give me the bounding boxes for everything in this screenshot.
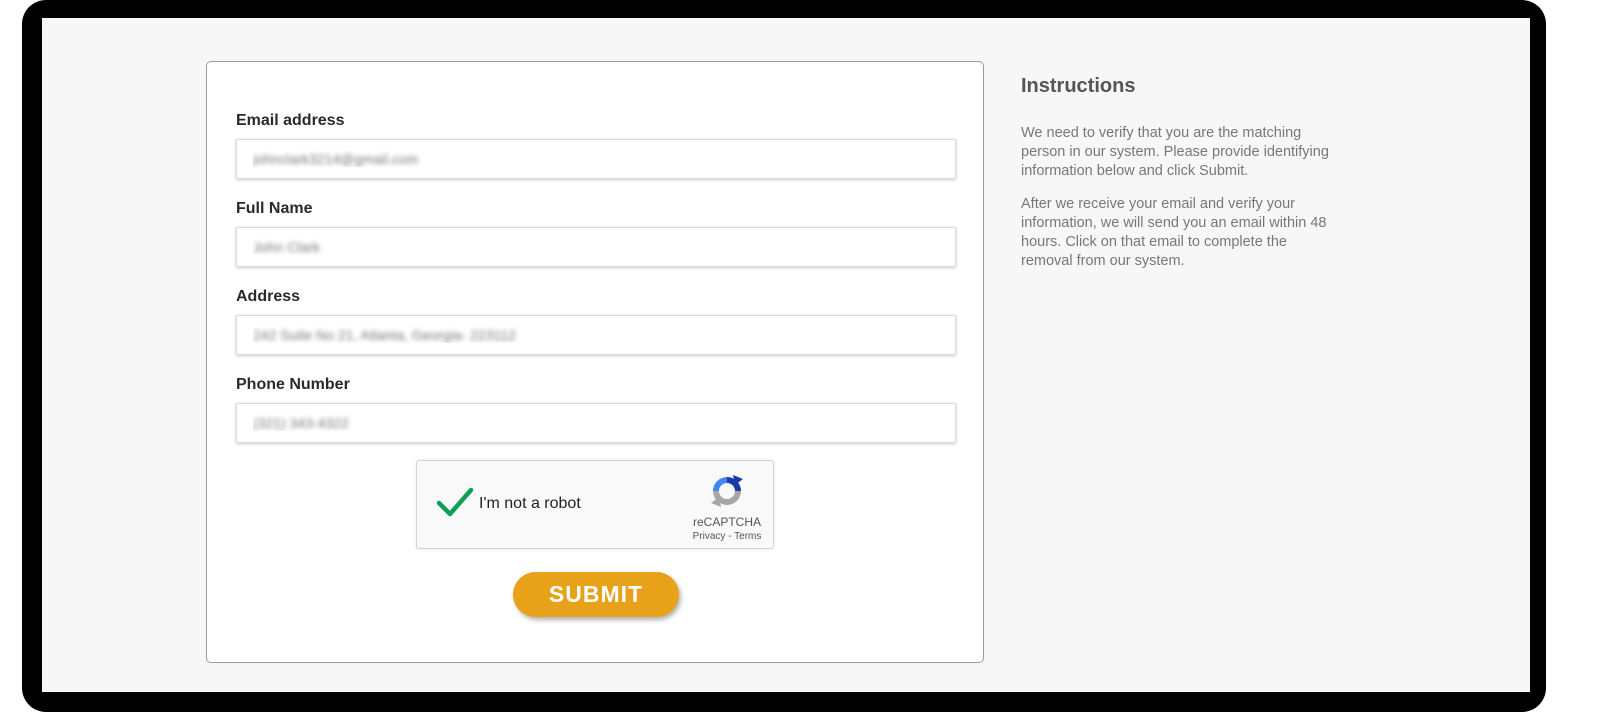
link-separator: -	[725, 531, 735, 542]
instructions-panel: Instructions We need to verify that you …	[1021, 75, 1341, 285]
recaptcha-logo-icon	[711, 475, 743, 507]
submit-button[interactable]: SUBMIT	[513, 572, 679, 617]
phone-field[interactable]	[236, 403, 956, 443]
full-name-label: Full Name	[236, 200, 313, 217]
address-label: Address	[236, 288, 301, 305]
recaptcha-links: Privacy - Terms	[685, 531, 769, 542]
phone-label: Phone Number	[236, 376, 350, 393]
instructions-title: Instructions	[1021, 75, 1136, 97]
full-name-field[interactable]	[236, 227, 956, 267]
instructions-paragraph: After we receive your email and verify y…	[1021, 196, 1327, 269]
recaptcha-widget: I'm not a robot reCAPTCHA Privacy - Term…	[416, 460, 774, 549]
email-label: Email address	[236, 112, 345, 129]
terms-link[interactable]: Terms	[734, 531, 761, 542]
verification-form: Email address Full Name Address Phone Nu…	[206, 61, 984, 663]
email-field[interactable]	[236, 139, 956, 179]
checkmark-icon[interactable]	[435, 485, 475, 521]
privacy-link[interactable]: Privacy	[693, 531, 726, 542]
address-field[interactable]	[236, 315, 956, 355]
recaptcha-brand: reCAPTCHA	[692, 515, 761, 529]
instructions-paragraph: We need to verify that you are the match…	[1021, 125, 1329, 179]
recaptcha-label: I'm not a robot	[479, 495, 581, 512]
